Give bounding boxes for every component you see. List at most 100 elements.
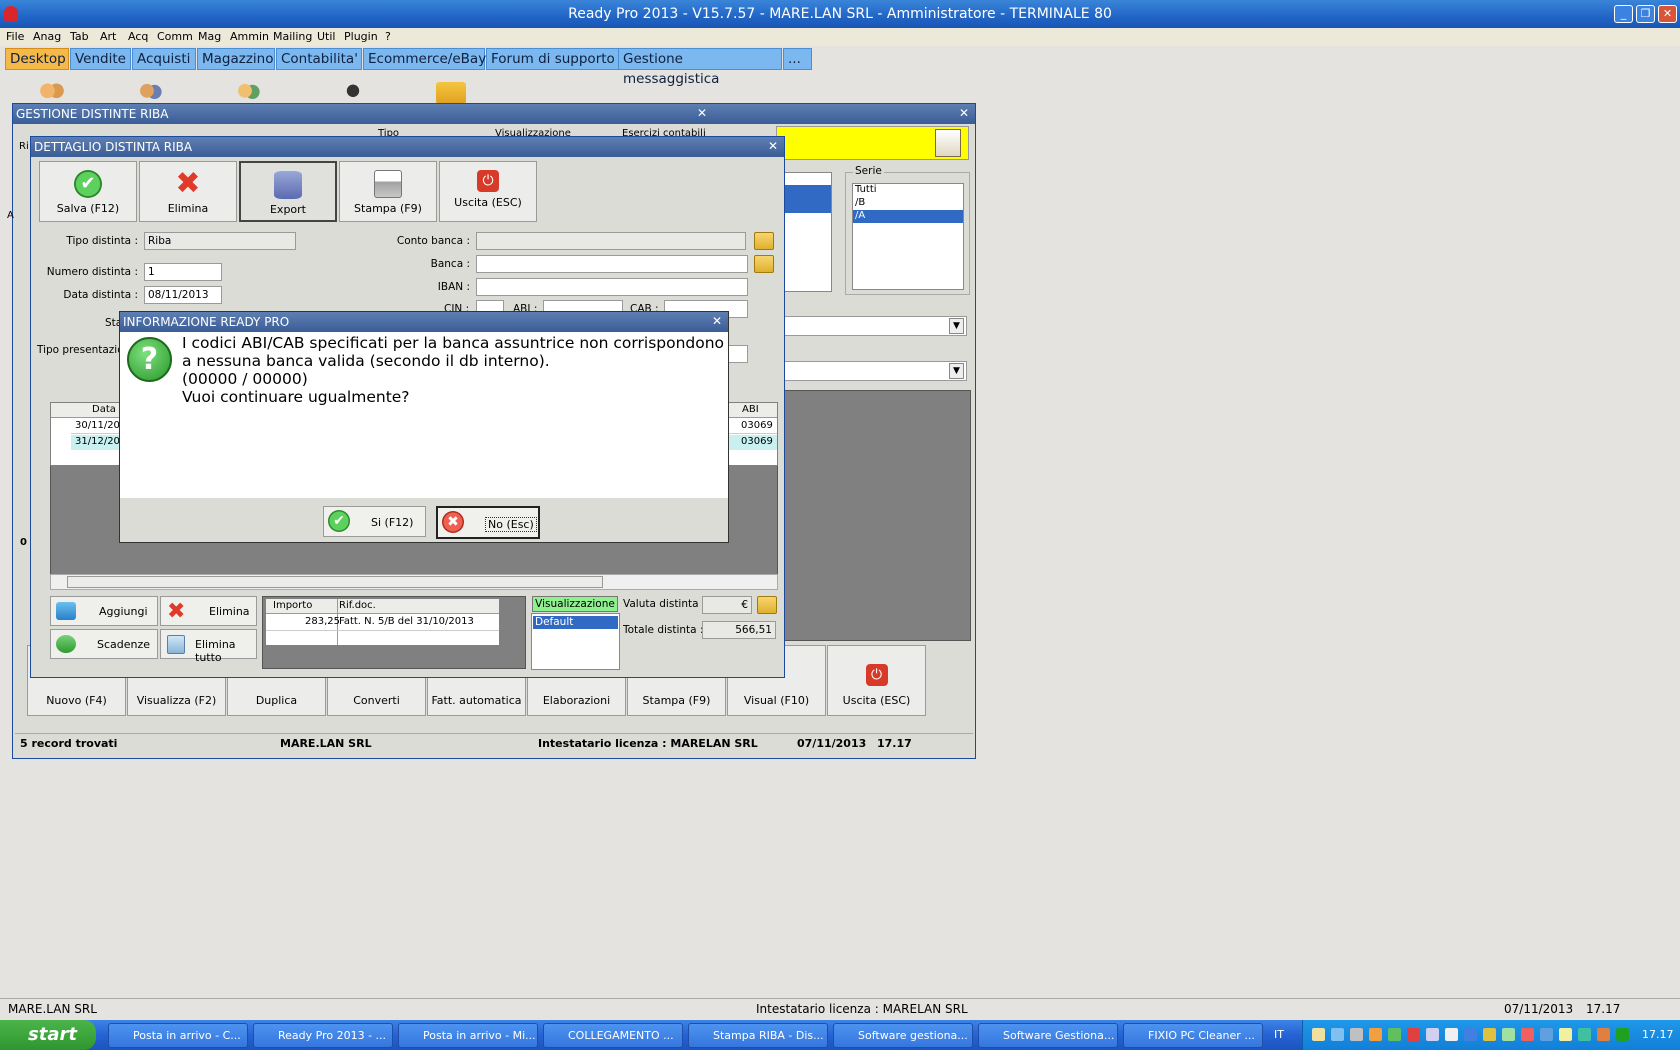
tab-magazzino[interactable]: Magazzino [197, 48, 275, 70]
uscita-toolbar-button[interactable]: ⏻ Uscita (ESC) [439, 161, 537, 222]
tray-icon[interactable] [1445, 1028, 1458, 1041]
menu-anag[interactable]: Anag [33, 30, 61, 43]
tray-icon[interactable] [1597, 1028, 1610, 1041]
stampa-toolbar-button[interactable]: Stampa (F9) [339, 161, 437, 222]
users-icon[interactable] [37, 82, 67, 104]
minimize-button[interactable]: _ [1614, 5, 1633, 23]
taskbar-item-fixio[interactable]: FIXIO PC Cleaner ... [1123, 1023, 1263, 1048]
elimina-tutto-button[interactable]: Elimina tutto [160, 629, 257, 664]
suppliers-icon[interactable] [233, 82, 263, 104]
tray-icon[interactable] [1464, 1028, 1477, 1041]
tab-vendite[interactable]: Vendite [70, 48, 131, 70]
no-button[interactable]: ✖ No (Esc) [436, 506, 540, 539]
scadenze-button[interactable]: Scadenze [50, 629, 158, 659]
gestione-list-box[interactable] [782, 172, 832, 292]
tab-desktop[interactable]: Desktop [5, 48, 69, 70]
chevron-down-icon[interactable]: ▼ [949, 363, 964, 379]
uscita-button[interactable]: ⏻ Uscita (ESC) [827, 645, 926, 716]
conto-banca-field[interactable] [476, 232, 746, 250]
chevron-down-icon[interactable]: ▼ [949, 318, 964, 334]
serie-item-b[interactable]: /B [853, 197, 963, 210]
tray-icon[interactable] [1521, 1028, 1534, 1041]
menu-plugin[interactable]: Plugin [344, 30, 378, 43]
serie-list[interactable]: Tutti /B /A [852, 183, 964, 290]
start-button[interactable]: start [0, 1020, 96, 1050]
info-line-3: (00000 / 00000) [182, 370, 308, 388]
menu-mailing[interactable]: Mailing [273, 30, 312, 43]
restore-button[interactable]: ❐ [1636, 5, 1655, 23]
serie-item-a[interactable]: /A [853, 210, 963, 223]
tray-icon[interactable] [1388, 1028, 1401, 1041]
gestione-close-button-right[interactable]: ✕ [957, 106, 971, 120]
tray-icon[interactable] [1559, 1028, 1572, 1041]
gestione-close-button[interactable]: ✕ [695, 106, 709, 120]
tab-acquisti[interactable]: Acquisti [132, 48, 196, 70]
tray-icon[interactable] [1407, 1028, 1420, 1041]
folder-icon[interactable] [757, 596, 777, 614]
taskbar-item-readypro[interactable]: Ready Pro 2013 - ... [253, 1023, 393, 1048]
tray-icon[interactable] [1540, 1028, 1553, 1041]
numero-distinta-field[interactable]: 1 [144, 263, 222, 281]
tray-icon[interactable] [1312, 1028, 1325, 1041]
visual-label: Visual (F10) [743, 694, 810, 707]
serie-item-tutti[interactable]: Tutti [853, 184, 963, 197]
menu-tab[interactable]: Tab [70, 30, 89, 43]
tab-contabilita[interactable]: Contabilita' [276, 48, 362, 70]
taskbar-item-mail[interactable]: Posta in arrivo - C... [108, 1023, 248, 1048]
menu-help[interactable]: ? [385, 30, 391, 43]
tab-ecommerce[interactable]: Ecommerce/eBay [363, 48, 486, 70]
menu-comm[interactable]: Comm [157, 30, 193, 43]
documenti-row-importo[interactable]: 283,25 [305, 616, 340, 627]
tab-messaggistica[interactable]: Gestione messaggistica [618, 48, 782, 87]
folder-icon[interactable] [436, 82, 466, 104]
taskbar-item-software-2[interactable]: Software Gestiona... [978, 1023, 1118, 1048]
folder-icon[interactable] [754, 232, 774, 250]
documenti-row-rif[interactable]: Fatt. N. 5/B del 31/10/2013 [339, 616, 474, 627]
tab-more[interactable]: ... [783, 48, 812, 70]
visualizzazione-item-default[interactable]: Default [533, 616, 618, 629]
aggiungi-button[interactable]: Aggiungi [50, 596, 158, 626]
tray-icon[interactable] [1502, 1028, 1515, 1041]
tray-icon[interactable] [1483, 1028, 1496, 1041]
taskbar-item-mail-2[interactable]: Posta in arrivo - Mi... [398, 1023, 538, 1048]
banca-field[interactable] [476, 255, 748, 273]
agent-icon[interactable] [338, 82, 368, 104]
scrollbar-thumb[interactable] [67, 576, 603, 588]
tray-icon[interactable] [1578, 1028, 1591, 1041]
elimina-toolbar-button[interactable]: ✖ Elimina [139, 161, 237, 222]
si-button[interactable]: ✔ Si (F12) [323, 506, 426, 537]
valuta-distinta-field[interactable]: € [702, 596, 752, 614]
iban-field[interactable] [476, 278, 748, 296]
taskbar-item-stampa-riba[interactable]: Stampa RIBA - Dis... [688, 1023, 828, 1048]
gestione-dropdown-2[interactable] [782, 361, 967, 381]
tray-icon[interactable] [1350, 1028, 1363, 1041]
network-icon[interactable] [1616, 1028, 1629, 1041]
taskbar-item-software-1[interactable]: Software gestiona... [833, 1023, 973, 1048]
gestione-dropdown-1[interactable] [782, 316, 967, 336]
folder-icon[interactable] [754, 255, 774, 273]
tipo-distinta-field[interactable]: Riba [144, 232, 296, 250]
customers-icon[interactable] [135, 82, 165, 104]
data-distinta-field[interactable]: 08/11/2013 [144, 286, 222, 304]
language-indicator[interactable]: IT [1274, 1028, 1284, 1041]
info-dialog-close-button[interactable]: ✕ [710, 314, 724, 328]
menu-ammin[interactable]: Ammin [230, 30, 269, 43]
elimina-button[interactable]: ✖ Elimina [160, 596, 257, 626]
taskbar-item-collegamento[interactable]: COLLEGAMENTO ... [543, 1023, 683, 1048]
menu-art[interactable]: Art [100, 30, 116, 43]
horizontal-scrollbar[interactable] [50, 574, 778, 590]
export-button[interactable]: Export [239, 161, 337, 222]
close-app-button[interactable]: ✕ [1658, 5, 1677, 23]
tray-icon[interactable] [1426, 1028, 1439, 1041]
menu-acq[interactable]: Acq [128, 30, 148, 43]
visualizzazione-list[interactable]: Default [531, 613, 620, 670]
tab-forum[interactable]: Forum di supporto [486, 48, 621, 70]
menu-mag[interactable]: Mag [198, 30, 221, 43]
menu-util[interactable]: Util [317, 30, 335, 43]
menu-file[interactable]: File [6, 30, 24, 43]
report-icon[interactable] [935, 129, 961, 157]
tray-icon[interactable] [1331, 1028, 1344, 1041]
tray-icon[interactable] [1369, 1028, 1382, 1041]
salva-button[interactable]: ✔ Salva (F12) [39, 161, 137, 222]
dettaglio-close-button[interactable]: ✕ [766, 139, 780, 153]
